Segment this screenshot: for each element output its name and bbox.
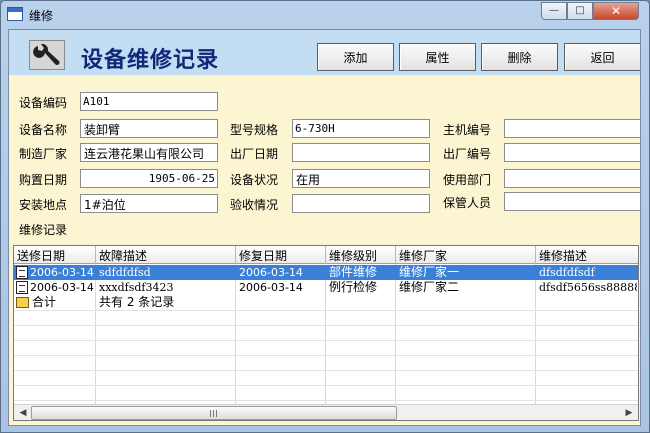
cell-repair-level: 例行检修: [329, 280, 378, 294]
grid-row-line: [14, 325, 638, 326]
repair-records-label: 维修记录: [19, 223, 68, 237]
cell-fault-desc: sdfdfdfsd: [99, 266, 151, 279]
cell-repair-desc: dfsdf5656ss888888: [539, 281, 637, 294]
column-header-fault-desc[interactable]: 故障描述: [96, 246, 236, 264]
user-dept-label: 使用部门: [443, 173, 492, 187]
equip-status-field[interactable]: 在用: [292, 169, 430, 188]
cell-repair-level: 部件维修: [329, 265, 378, 279]
column-header-send-date[interactable]: 送修日期: [14, 246, 96, 264]
equip-code-label: 设备编码: [19, 96, 68, 110]
cell-send-date: 2006-03-14: [30, 281, 94, 294]
acceptance-label: 验收情况: [230, 198, 279, 212]
purchase-date-field[interactable]: 1905-06-25: [80, 169, 218, 188]
custodian-field[interactable]: [504, 192, 640, 211]
maximize-button[interactable]: □: [567, 2, 593, 20]
wrench-icon: [29, 40, 65, 70]
document-icon: [16, 281, 28, 294]
purchase-date-label: 购置日期: [19, 173, 68, 187]
cell-repair-date: 2006-03-14: [239, 266, 303, 279]
column-header-repair-vendor[interactable]: 维修厂家: [396, 246, 536, 264]
grid-row-line: [14, 310, 638, 311]
scroll-left-arrow-icon[interactable]: ◀: [15, 406, 31, 420]
manufacturer-label: 制造厂家: [19, 147, 68, 161]
cell-repair-vendor: 维修厂家一: [399, 265, 460, 279]
custodian-label: 保管人员: [443, 196, 492, 210]
grid-row-line: [14, 400, 638, 401]
table-row[interactable]: 2006-03-14 xxxdfsdf3423 2006-03-14 例行检修 …: [14, 280, 638, 295]
install-location-field[interactable]: 1#泊位: [80, 194, 218, 213]
user-dept-field[interactable]: [504, 169, 640, 188]
window-title: 维修: [29, 9, 54, 23]
scrollbar-thumb[interactable]: [31, 406, 397, 420]
grid-row-line: [14, 370, 638, 371]
column-header-repair-date[interactable]: 修复日期: [236, 246, 326, 264]
table-row-total[interactable]: 合计 共有 2 条记录: [14, 295, 638, 310]
install-location-label: 安装地点: [19, 198, 68, 212]
factory-date-field[interactable]: [292, 143, 430, 162]
manufacturer-field[interactable]: 连云港花果山有限公司: [80, 143, 218, 162]
equip-name-label: 设备名称: [19, 123, 68, 137]
wrench-icon-graphic: [30, 41, 64, 69]
properties-button[interactable]: 属性: [399, 43, 476, 71]
delete-button[interactable]: 删除: [481, 43, 558, 71]
document-icon: [16, 266, 28, 279]
grid-row-line: [14, 385, 638, 386]
factory-no-field[interactable]: [504, 143, 640, 162]
model-spec-field[interactable]: 6-730H: [292, 119, 430, 138]
column-header-repair-level[interactable]: 维修级别: [326, 246, 396, 264]
cell-repair-date: 2006-03-14: [239, 281, 303, 294]
acceptance-field[interactable]: [292, 194, 430, 213]
page-title: 设备维修记录: [81, 47, 220, 73]
form-client-area: 设备维修记录 添加 属性 删除 返回 设备编码 A101 设备名称 装卸臂 型号…: [8, 29, 641, 426]
close-button[interactable]: ✕: [593, 2, 639, 20]
form-header: 设备维修记录 添加 属性 删除 返回: [9, 30, 640, 75]
grid-header: 送修日期 故障描述 修复日期 维修级别 维修厂家 维修描述: [14, 246, 638, 264]
cell-repair-vendor: 维修厂家二: [399, 280, 460, 294]
app-window: 维修 — □ ✕ 设备维修记录 添加 属性 删除 返回 设备编码 A101 设备…: [0, 0, 650, 433]
window-icon: [7, 7, 23, 21]
cell-fault-desc: xxxdfsdf3423: [99, 281, 174, 294]
repair-records-grid[interactable]: 送修日期 故障描述 修复日期 维修级别 维修厂家 维修描述 2006-03-14…: [13, 245, 639, 421]
horizontal-scrollbar[interactable]: ◀ ▶: [14, 404, 638, 420]
factory-date-label: 出厂日期: [230, 147, 279, 161]
table-row[interactable]: 2006-03-14 sdfdfdfsd 2006-03-14 部件维修 维修厂…: [14, 265, 638, 280]
folder-icon: [16, 297, 29, 308]
host-no-label: 主机编号: [443, 123, 492, 137]
cell-total-count: 共有 2 条记录: [99, 295, 175, 309]
equip-name-field[interactable]: 装卸臂: [80, 119, 218, 138]
back-button[interactable]: 返回: [564, 43, 640, 71]
grip-icon: [210, 410, 219, 417]
scroll-right-arrow-icon[interactable]: ▶: [621, 406, 637, 420]
equip-code-field[interactable]: A101: [80, 92, 218, 111]
model-spec-label: 型号规格: [230, 123, 279, 137]
host-no-field[interactable]: [504, 119, 640, 138]
grid-row-line: [14, 355, 638, 356]
cell-repair-desc: dfsdfdfsdf: [539, 266, 595, 279]
add-button[interactable]: 添加: [317, 43, 394, 71]
minimize-button[interactable]: —: [541, 2, 567, 20]
cell-send-date: 2006-03-14: [30, 266, 94, 279]
column-header-repair-desc[interactable]: 维修描述: [536, 246, 638, 264]
equip-status-label: 设备状况: [230, 173, 279, 187]
grid-row-line: [14, 340, 638, 341]
factory-no-label: 出厂编号: [443, 147, 492, 161]
title-bar[interactable]: 维修 — □ ✕: [1, 1, 649, 29]
cell-total-label: 合计: [32, 295, 57, 309]
